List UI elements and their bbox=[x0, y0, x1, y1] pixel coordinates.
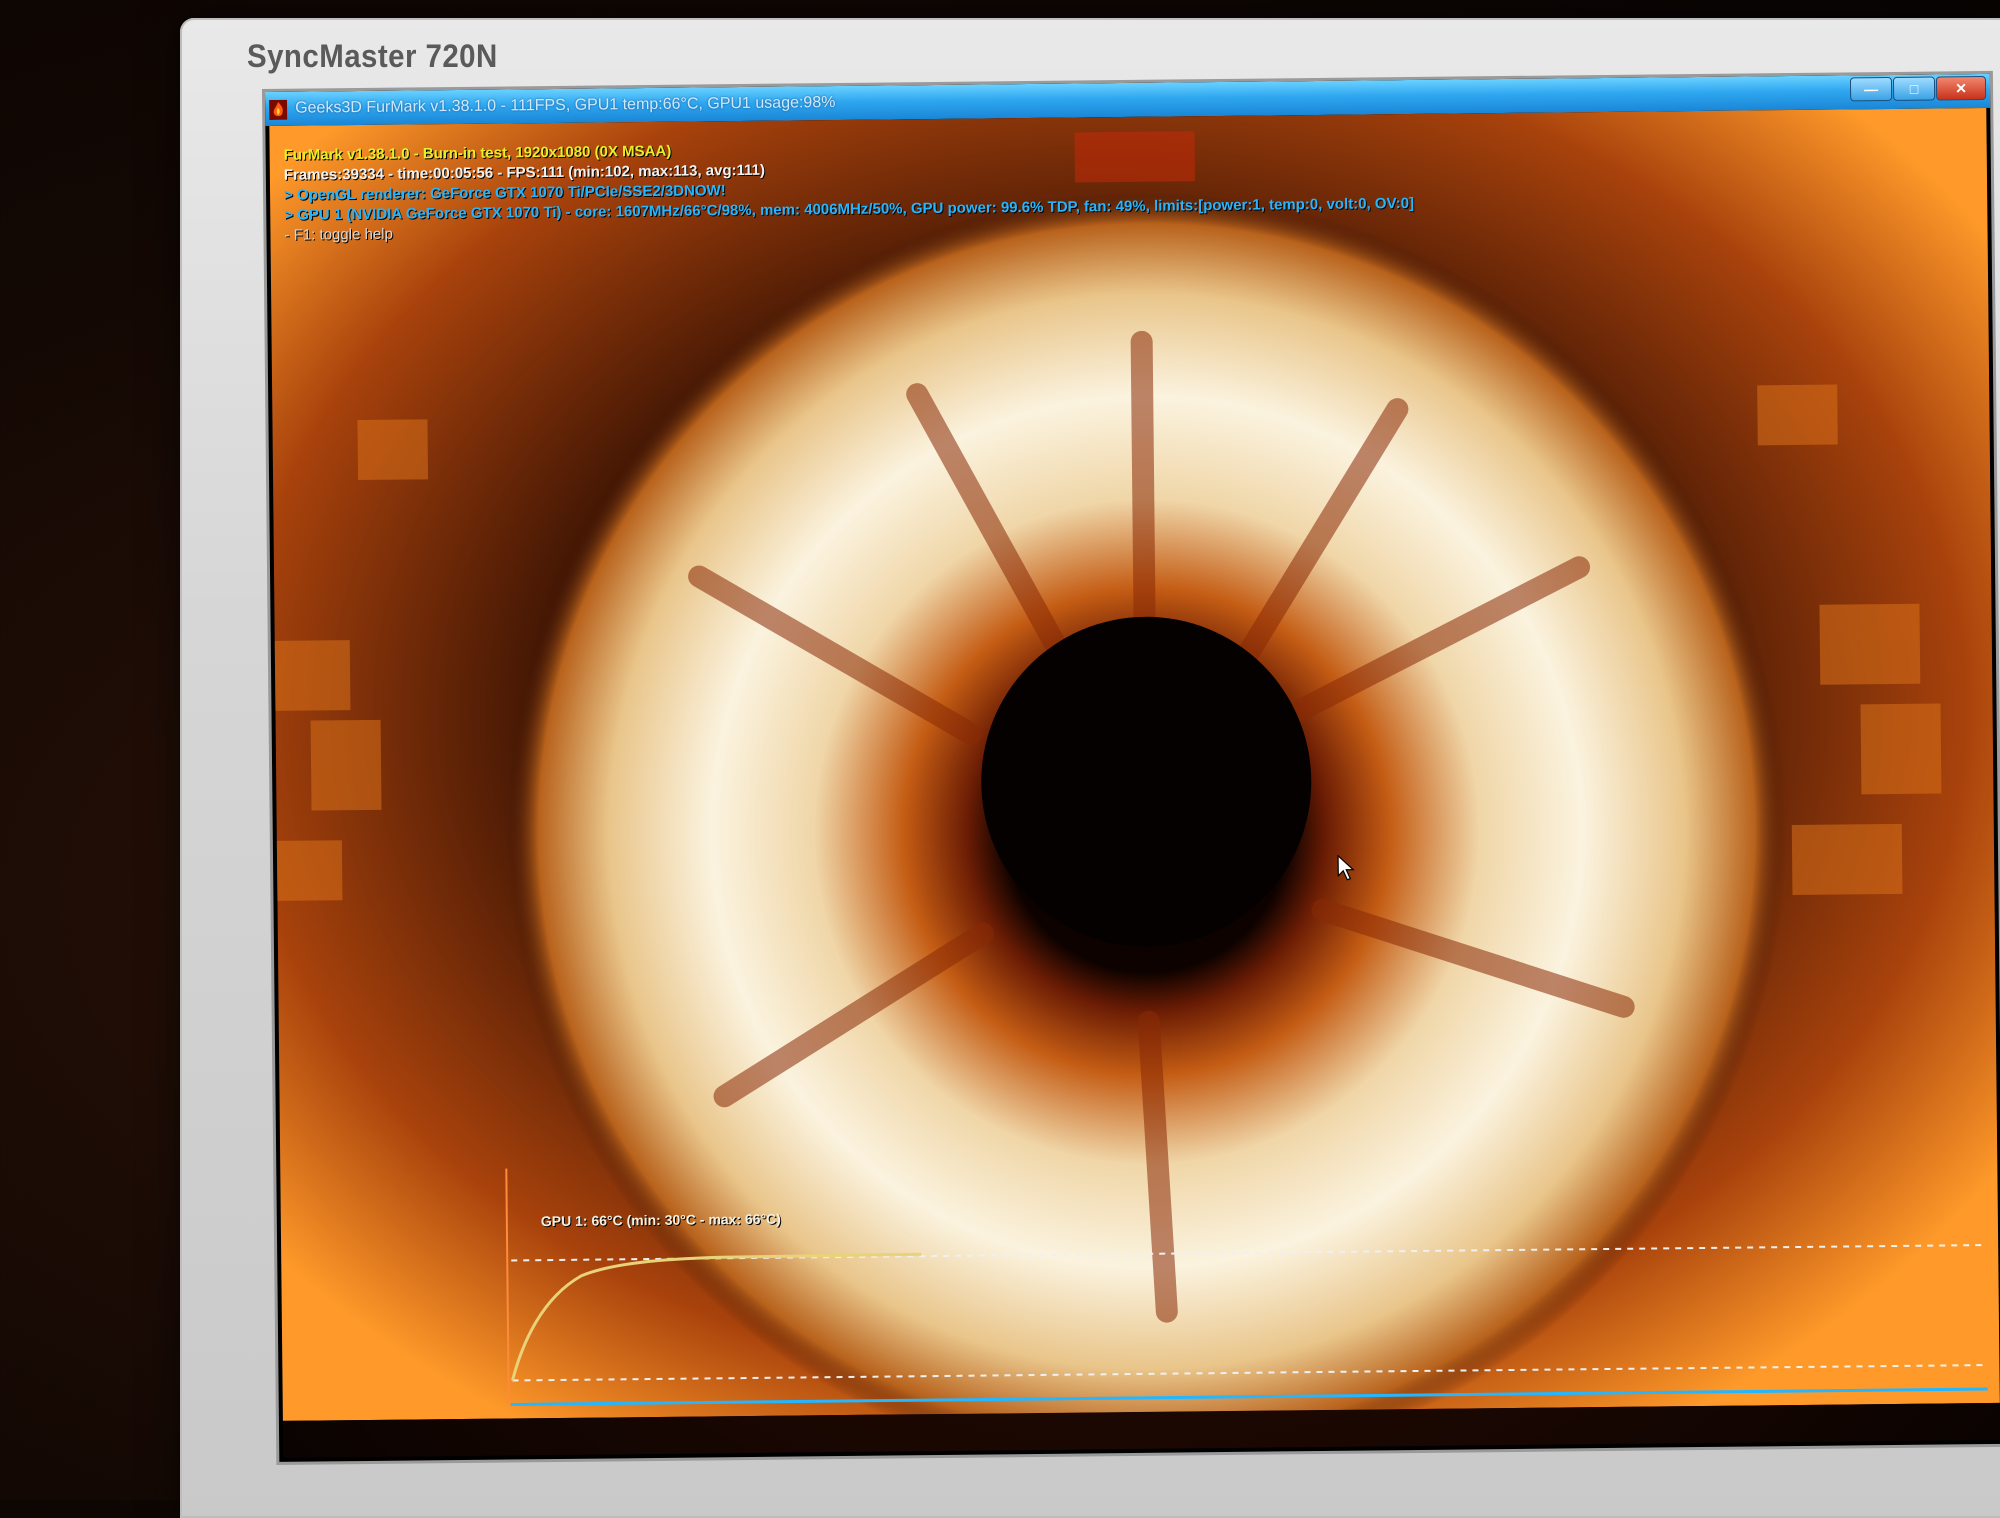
temperature-graph bbox=[505, 1168, 1988, 1406]
mouse-pointer-icon bbox=[1337, 854, 1355, 881]
photo-frame: SyncMaster 720N Geeks3D FurMark v1.38.1.… bbox=[0, 0, 2000, 1518]
graph-y-axis bbox=[505, 1168, 510, 1404]
minimize-button[interactable]: — bbox=[1849, 76, 1893, 102]
close-button[interactable]: ✕ bbox=[1935, 75, 1987, 101]
graph-min-gridline bbox=[512, 1364, 1988, 1382]
render-viewport[interactable]: FurMark v1.38.1.0 - Burn-in test, 1920x1… bbox=[269, 107, 2000, 1458]
window-title: Geeks3D FurMark v1.38.1.0 - 111FPS, GPU1… bbox=[295, 94, 836, 117]
temperature-graph-label: GPU 1: 66°C (min: 30°C - max: 66°C) bbox=[540, 1210, 781, 1230]
monitor-brand: SyncMaster 720N bbox=[247, 38, 498, 74]
hud-overlay: FurMark v1.38.1.0 - Burn-in test, 1920x1… bbox=[284, 134, 1415, 246]
maximize-button[interactable]: □ bbox=[1892, 76, 1936, 101]
monitor-screen: Geeks3D FurMark v1.38.1.0 - 111FPS, GPU1… bbox=[265, 73, 2000, 1462]
furmark-flame-icon bbox=[269, 99, 288, 120]
graph-baseline bbox=[510, 1387, 1988, 1406]
temperature-curve bbox=[511, 1252, 922, 1381]
